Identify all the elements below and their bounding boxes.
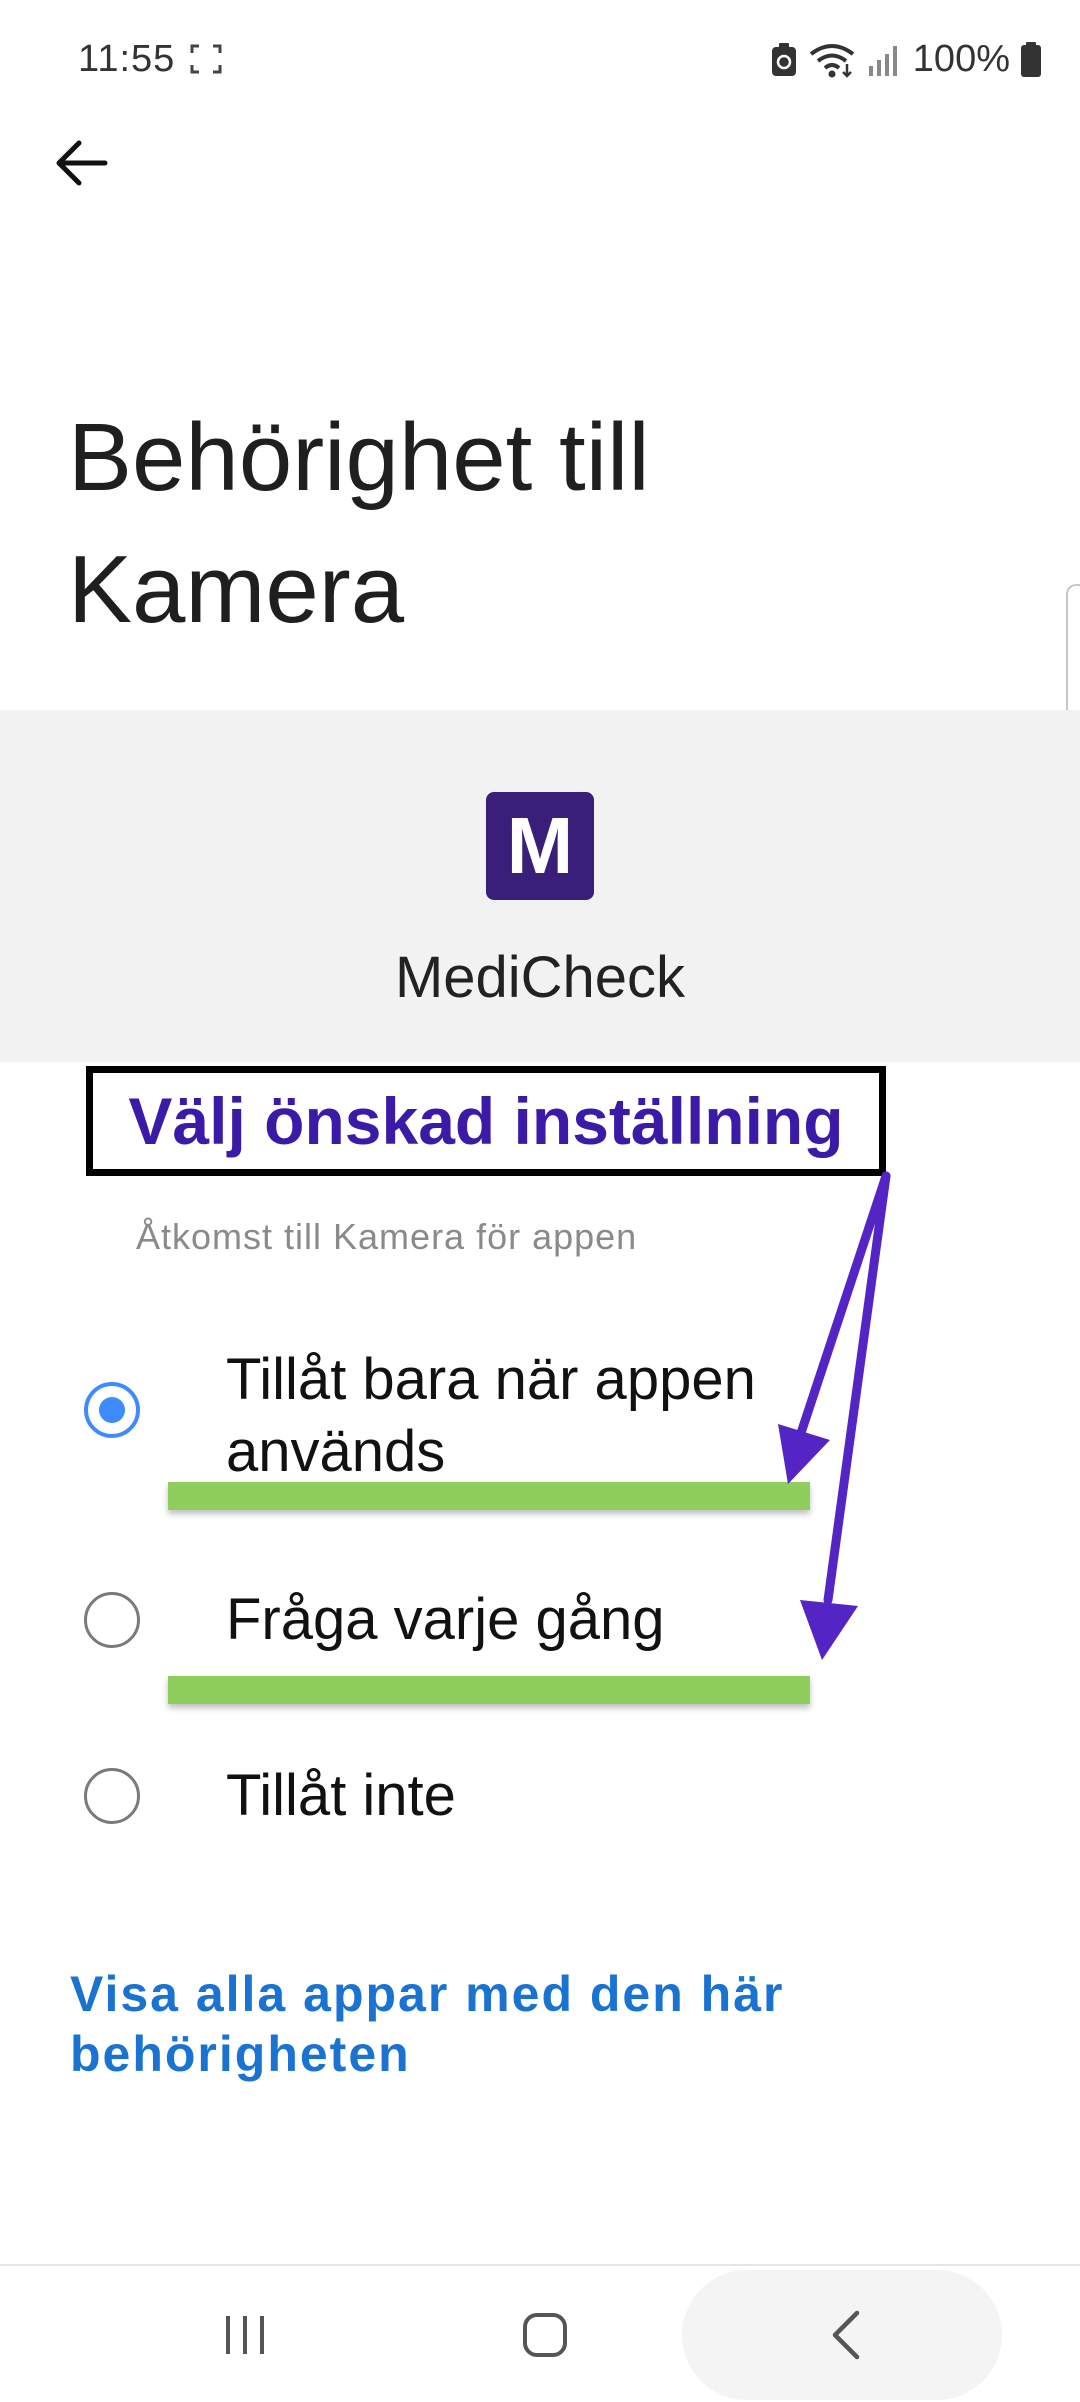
annotation-arrowhead-1 [778,1424,830,1484]
home-icon [523,2313,567,2357]
annotation-arrow-1 [795,1171,891,1441]
annotation-arrow-2 [823,1171,891,1605]
recent-apps-button[interactable] [200,2290,290,2380]
chevron-left-icon [832,2310,860,2360]
link-line1: Visa alla appar med den här [70,1966,785,2022]
nav-back-button[interactable] [800,2290,890,2380]
home-button[interactable] [500,2290,590,2380]
annotation-arrowhead-2 [800,1600,858,1660]
show-all-apps-link[interactable]: Visa alla appar med den här behörigheten [70,1964,930,2084]
recent-apps-icon [226,2316,264,2354]
link-line2: behörigheten [70,2026,411,2082]
